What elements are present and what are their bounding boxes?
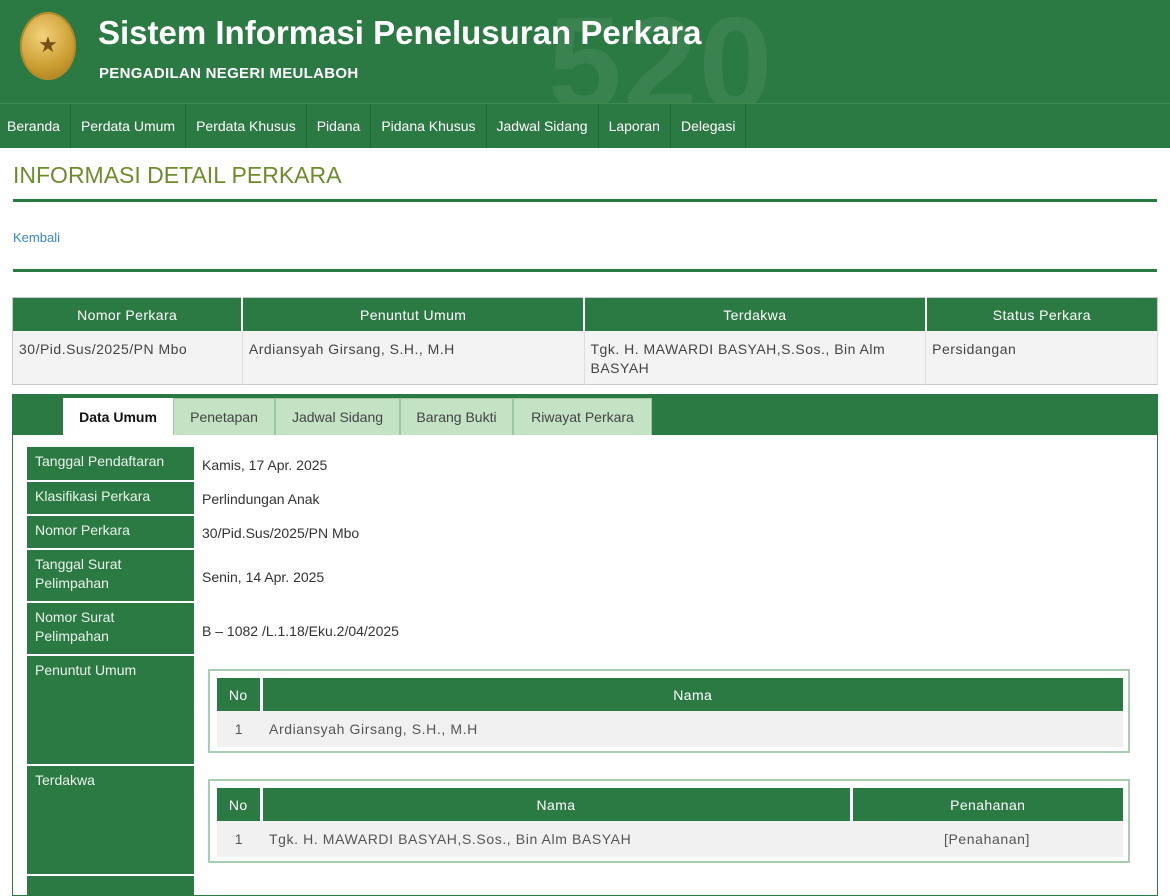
tab-penetapan[interactable]: Penetapan: [173, 398, 275, 435]
cell-no: 1: [217, 711, 261, 747]
label-nomor-surat-pelimpahan: Nomor Surat Pelimpahan: [27, 603, 194, 654]
cell-no: 1: [217, 821, 261, 857]
site-header: 520 ★ Sistem Informasi Penelusuran Perka…: [0, 0, 1170, 103]
detail-panel: Data Umum Penetapan Jadwal Sidang Barang…: [12, 394, 1158, 896]
court-logo-icon: ★: [20, 12, 76, 80]
table-row: 30/Pid.Sus/2025/PN Mbo Ardiansyah Girsan…: [12, 331, 1158, 385]
value-nomor-surat-pelimpahan: B – 1082 /L.1.18/Eku.2/04/2025: [202, 623, 399, 639]
value-tanggal-surat-pelimpahan: Senin, 14 Apr. 2025: [202, 569, 325, 585]
penuntut-umum-table: No Nama 1 Ardiansyah Girsang, S.H., M.H: [217, 678, 1123, 747]
col-no: No: [217, 788, 263, 821]
label-tanggal-pendaftaran: Tanggal Pendaftaran: [27, 447, 194, 480]
main-nav: Beranda Perdata Umum Perdata Khusus Pida…: [0, 103, 1170, 148]
cell-nama: Ardiansyah Girsang, S.H., M.H: [261, 711, 1123, 747]
nav-pidana-khusus[interactable]: Pidana Khusus: [371, 104, 487, 148]
nav-beranda[interactable]: Beranda: [0, 104, 71, 148]
label-terdakwa: Terdakwa: [27, 766, 194, 874]
terdakwa-table: No Nama Penahanan 1 Tgk. H. MAWARDI BASY…: [217, 788, 1123, 857]
col-nama: Nama: [261, 678, 1123, 711]
tab-bar: Data Umum Penetapan Jadwal Sidang Barang…: [13, 395, 1157, 435]
site-subtitle: PENGADILAN NEGERI MEULABOH: [99, 65, 359, 82]
table-header-row: Nomor Perkara Penuntut Umum Terdakwa Sta…: [12, 297, 1158, 331]
label-nomor-perkara: Nomor Perkara: [27, 516, 194, 548]
nav-pidana[interactable]: Pidana: [307, 104, 372, 148]
back-link[interactable]: Kembali: [13, 230, 60, 245]
col-nomor-perkara: Nomor Perkara: [12, 297, 244, 331]
divider: [13, 269, 1157, 272]
case-summary-table: Nomor Perkara Penuntut Umum Terdakwa Sta…: [12, 297, 1158, 385]
label-klasifikasi-perkara: Klasifikasi Perkara: [27, 482, 194, 514]
nav-perdata-khusus[interactable]: Perdata Khusus: [186, 104, 307, 148]
site-title: Sistem Informasi Penelusuran Perkara: [98, 14, 702, 51]
table-header-row: No Nama: [217, 678, 1123, 711]
table-row: 1 Tgk. H. MAWARDI BASYAH,S.Sos., Bin Alm…: [217, 821, 1123, 857]
value-nomor-perkara: 30/Pid.Sus/2025/PN Mbo: [202, 525, 360, 541]
tab-riwayat-perkara[interactable]: Riwayat Perkara: [513, 398, 652, 435]
terdakwa-box: No Nama Penahanan 1 Tgk. H. MAWARDI BASY…: [208, 779, 1130, 863]
cell-status-perkara: Persidangan: [925, 331, 1158, 385]
col-penuntut-umum: Penuntut Umum: [242, 297, 585, 331]
cell-penuntut-umum: Ardiansyah Girsang, S.H., M.H: [242, 331, 585, 385]
penuntut-umum-box: No Nama 1 Ardiansyah Girsang, S.H., M.H: [208, 669, 1130, 753]
col-no: No: [217, 678, 263, 711]
col-terdakwa: Terdakwa: [584, 297, 927, 331]
cell-nama: Tgk. H. MAWARDI BASYAH,S.Sos., Bin Alm B…: [261, 821, 851, 857]
nav-perdata-umum[interactable]: Perdata Umum: [71, 104, 187, 148]
table-row: 1 Ardiansyah Girsang, S.H., M.H: [217, 711, 1123, 747]
table-header-row: No Nama Penahanan: [217, 788, 1123, 821]
tab-jadwal-sidang[interactable]: Jadwal Sidang: [275, 398, 400, 435]
col-penahanan: Penahanan: [851, 788, 1123, 821]
col-nama: Nama: [261, 788, 853, 821]
penahanan-link[interactable]: [Penahanan]: [851, 821, 1123, 857]
cell-nomor-perkara: 30/Pid.Sus/2025/PN Mbo: [12, 331, 243, 385]
nav-laporan[interactable]: Laporan: [599, 104, 671, 148]
label-next-row: [27, 876, 194, 896]
tab-data-umum[interactable]: Data Umum: [63, 398, 173, 435]
page-title: INFORMASI DETAIL PERKARA: [13, 162, 342, 188]
nav-jadwal-sidang[interactable]: Jadwal Sidang: [487, 104, 599, 148]
value-klasifikasi-perkara: Perlindungan Anak: [202, 491, 320, 507]
tab-barang-bukti[interactable]: Barang Bukti: [400, 398, 513, 435]
label-penuntut-umum: Penuntut Umum: [27, 656, 194, 764]
cell-terdakwa: Tgk. H. MAWARDI BASYAH,S.Sos., Bin Alm B…: [584, 331, 927, 385]
col-status-perkara: Status Perkara: [925, 297, 1158, 331]
divider: [13, 199, 1157, 202]
nav-delegasi[interactable]: Delegasi: [671, 104, 747, 148]
label-tanggal-surat-pelimpahan: Tanggal Surat Pelimpahan: [27, 550, 194, 601]
value-tanggal-pendaftaran: Kamis, 17 Apr. 2025: [202, 457, 328, 473]
